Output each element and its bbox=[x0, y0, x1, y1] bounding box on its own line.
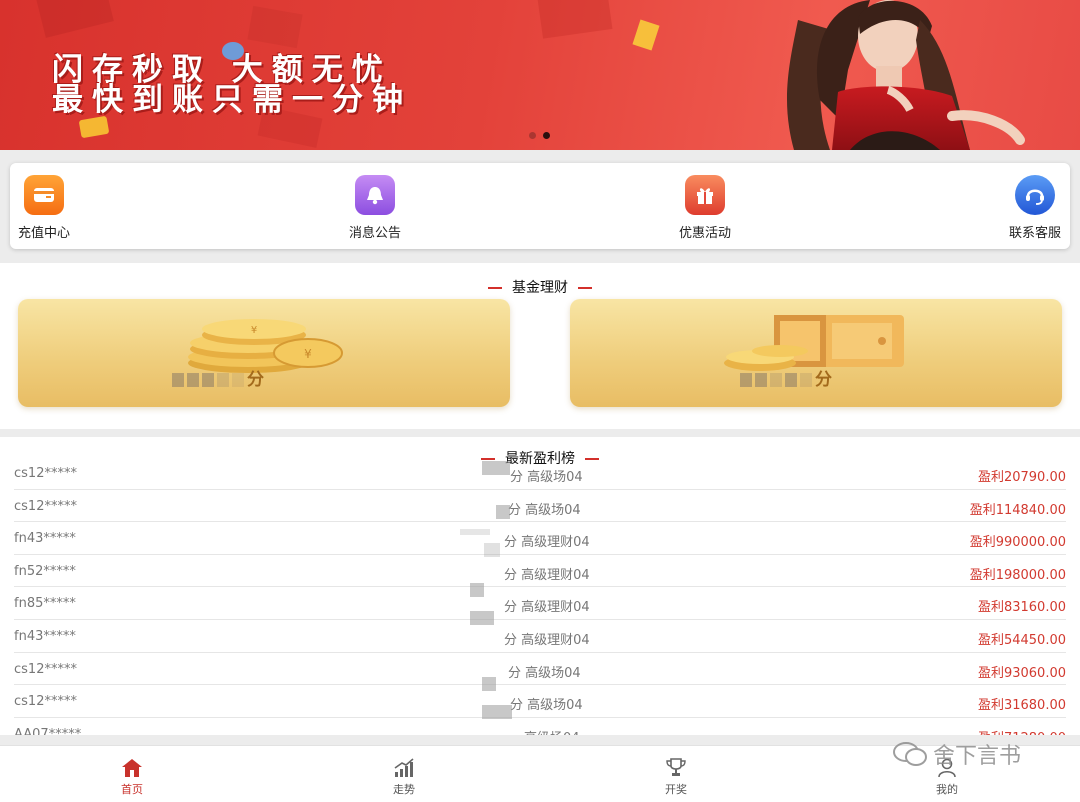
title-divider bbox=[488, 287, 502, 289]
fund-card-2[interactable]: 分 bbox=[570, 299, 1062, 407]
tab-label: 首页 bbox=[121, 783, 143, 796]
ranking-user: cs12***** bbox=[14, 498, 77, 514]
fund-title-text: 基金理财 bbox=[512, 280, 568, 296]
ranking-profit: 盈利93060.00 bbox=[977, 665, 1066, 681]
ranking-profit: 盈利114840.00 bbox=[969, 502, 1066, 518]
banner-pagination[interactable] bbox=[529, 132, 550, 139]
bell-icon bbox=[355, 175, 395, 215]
ranking-user: AA07***** bbox=[14, 726, 82, 735]
banner-decoration bbox=[247, 5, 303, 49]
ranking-row: cs12***** 分 高级场04 盈利93060.00 bbox=[14, 653, 1066, 686]
banner-dot-active[interactable] bbox=[543, 132, 550, 139]
privacy-mosaic bbox=[460, 451, 520, 735]
watermark: 舍下言书 bbox=[893, 738, 1021, 770]
tab-label: 开奖 bbox=[665, 783, 687, 796]
quick-item-service[interactable]: 联系客服 bbox=[990, 175, 1080, 241]
fund-card-1[interactable]: ¥ ¥ 分 bbox=[18, 299, 510, 407]
ranking-user: fn52***** bbox=[14, 563, 76, 579]
app-screen: 闪存秒取 大额无忧 最快到账只需一分钟 充值中心 消息公告 优惠活动 联系客服 … bbox=[0, 0, 1080, 802]
quick-item-notice[interactable]: 消息公告 bbox=[330, 175, 420, 241]
tab-lottery[interactable]: 开奖 bbox=[636, 758, 716, 797]
ranking-profit: 盈利20790.00 bbox=[977, 470, 1066, 485]
banner-dot[interactable] bbox=[529, 132, 536, 139]
title-divider bbox=[578, 287, 592, 289]
fund-card-label: 分 bbox=[740, 365, 834, 390]
tab-home[interactable]: 首页 bbox=[92, 758, 172, 797]
gift-icon bbox=[685, 175, 725, 215]
tab-label: 我的 bbox=[936, 783, 958, 796]
ranking-profit: 盈利71280.00 bbox=[978, 727, 1066, 735]
quick-item-label: 消息公告 bbox=[348, 226, 401, 241]
ranking-user: cs12***** bbox=[14, 694, 77, 710]
ranking-profit: 盈利198000.00 bbox=[969, 567, 1066, 583]
tab-label: 走势 bbox=[393, 783, 415, 796]
quick-item-promo[interactable]: 优惠活动 bbox=[660, 175, 750, 241]
promo-banner[interactable]: 闪存秒取 大额无忧 最快到账只需一分钟 bbox=[0, 0, 1080, 150]
fund-card-label: 分 bbox=[172, 365, 266, 390]
ranking-game: 分 高级场04 bbox=[510, 698, 583, 714]
ranking-row: fn85***** 分 高级理财04 盈利83160.00 bbox=[14, 587, 1066, 620]
tab-trend[interactable]: 走势 bbox=[364, 758, 444, 797]
ranking-user: cs12***** bbox=[14, 661, 77, 677]
ranking-user: cs12***** bbox=[14, 466, 77, 481]
ranking-row: cs12***** 分 高级场04 盈利114840.00 bbox=[14, 490, 1066, 523]
watermark-text: 舍下言书 bbox=[933, 744, 1022, 769]
banner-model-image bbox=[786, 0, 1025, 150]
svg-text:¥: ¥ bbox=[251, 325, 257, 336]
quick-item-label: 优惠活动 bbox=[678, 226, 731, 241]
ranking-user: fn43***** bbox=[14, 531, 76, 547]
svg-text:¥: ¥ bbox=[304, 347, 312, 361]
ranking-user: fn85***** bbox=[14, 596, 76, 612]
quick-item-label: 充值中心 bbox=[17, 226, 70, 241]
ranking-game: 分 高级场04 bbox=[510, 470, 583, 485]
quick-menu: 充值中心 消息公告 优惠活动 联系客服 bbox=[10, 163, 1070, 249]
ranking-row: fn52***** 分 高级理财04 盈利198000.00 bbox=[14, 555, 1066, 588]
ranking-user: fn43***** bbox=[14, 628, 76, 644]
quick-item-label: 联系客服 bbox=[1008, 226, 1061, 241]
chat-bubble-icon bbox=[893, 742, 927, 766]
banner-subheadline: 最快到账只需一分钟 bbox=[52, 82, 412, 118]
ranking-section: 最新盈利榜 cs12***** 分 高级场04 盈利20790.00 cs12***… bbox=[0, 437, 1080, 735]
banner-coin-decoration bbox=[78, 115, 110, 139]
home-icon bbox=[122, 759, 142, 777]
trend-icon bbox=[394, 758, 414, 777]
ranking-list[interactable]: cs12***** 分 高级场04 盈利20790.00 cs12***** 分 高级… bbox=[14, 457, 1066, 735]
ranking-profit: 盈利54450.00 bbox=[977, 632, 1066, 648]
ranking-profit: 盈利83160.00 bbox=[977, 600, 1066, 616]
ranking-row: cs12***** 分 高级场04 盈利20790.00 bbox=[14, 457, 1066, 490]
quick-item-recharge[interactable]: 充值中心 bbox=[0, 175, 89, 241]
ranking-row: fn43***** 分 高级理财04 盈利990000.00 bbox=[14, 522, 1066, 555]
ranking-profit: 盈利31680.00 bbox=[977, 698, 1066, 714]
wallet-icon bbox=[24, 175, 64, 215]
banner-decoration bbox=[36, 0, 114, 38]
ranking-row: AA07***** 高级场04 盈利71280.00 bbox=[14, 718, 1066, 735]
trophy-icon bbox=[666, 758, 686, 776]
fund-section: 基金理财 ¥ ¥ 分 分 bbox=[0, 263, 1080, 429]
ranking-profit: 盈利990000.00 bbox=[969, 535, 1066, 551]
banner-decoration bbox=[537, 0, 613, 39]
fund-section-title: 基金理财 bbox=[0, 277, 1080, 297]
ranking-game: 高级场04 bbox=[524, 727, 580, 735]
ranking-row: cs12***** 分 高级场04 盈利31680.00 bbox=[14, 685, 1066, 718]
ranking-row: fn43***** 分 高级理财04 盈利54450.00 bbox=[14, 620, 1066, 653]
headset-icon bbox=[1015, 175, 1055, 215]
banner-coin-decoration bbox=[632, 19, 660, 51]
